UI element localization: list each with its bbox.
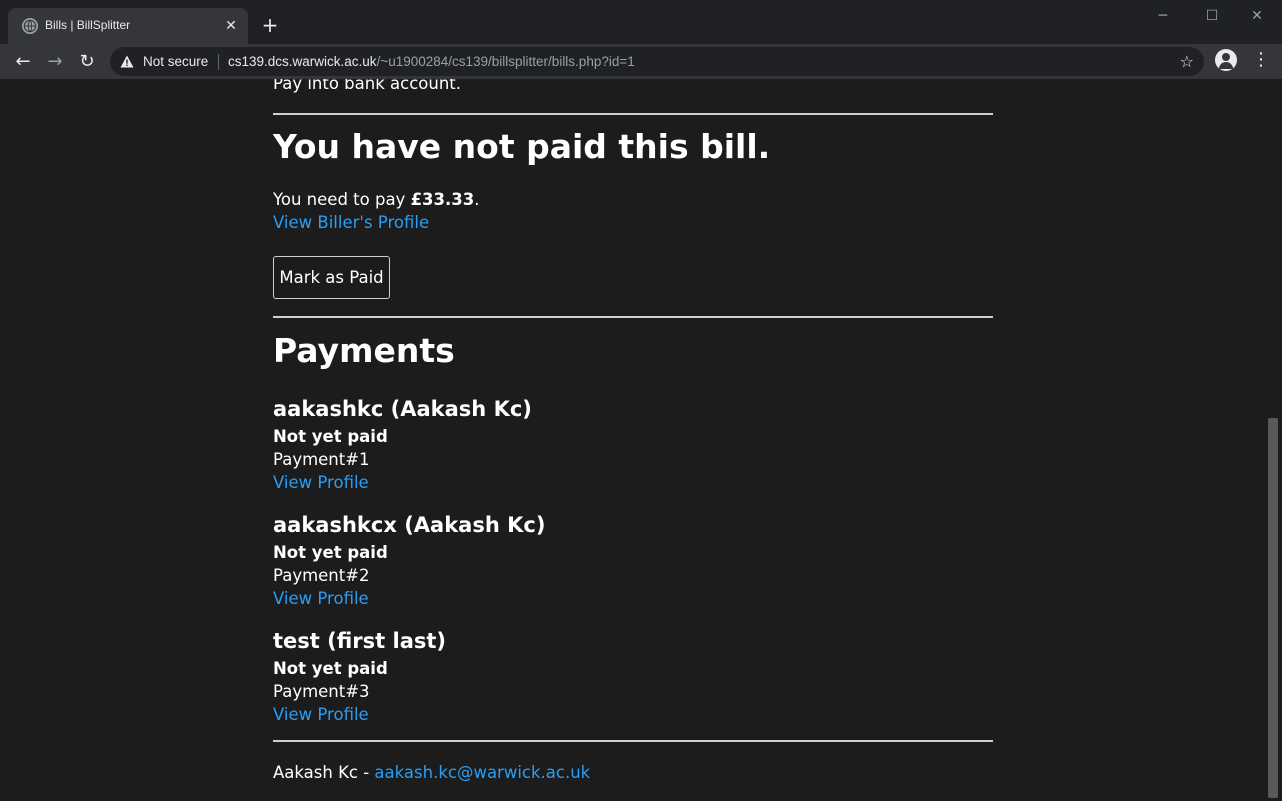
view-profile-link[interactable]: View Profile	[273, 705, 369, 724]
payment-status: Not yet paid	[273, 427, 388, 446]
minimize-icon[interactable]: ─	[1140, 4, 1186, 28]
tab-title: Bills | BillSplitter	[45, 18, 131, 32]
amount-due: You need to pay £33.33.	[273, 190, 480, 209]
amount-due-prefix: You need to pay	[273, 190, 411, 209]
footer-email-link[interactable]: aakash.kc@warwick.ac.uk	[374, 763, 590, 782]
address-bar[interactable]: Not secure cs139.dcs.warwick.ac.uk/~u190…	[110, 47, 1204, 76]
browser-toolbar: ← → ↻ Not secure cs139.dcs.warwick.ac.uk…	[0, 44, 1282, 79]
footer-author: Aakash Kc -	[273, 763, 375, 782]
forward-icon[interactable]: →	[42, 49, 68, 75]
payment-reference: Payment#1	[273, 450, 370, 469]
menu-icon[interactable]: ⋮	[1252, 49, 1270, 70]
reload-icon[interactable]: ↻	[74, 49, 100, 75]
window-close-icon[interactable]: ✕	[1234, 4, 1280, 28]
view-profile-link[interactable]: View Profile	[273, 589, 369, 608]
maximize-icon[interactable]: ☐	[1189, 4, 1235, 28]
payments-heading: Payments	[273, 331, 455, 370]
star-icon[interactable]: ☆	[1180, 52, 1194, 71]
url-path: /~u1900284/cs139/billsplitter/bills.php?…	[376, 54, 635, 69]
amount-due-suffix: .	[474, 190, 480, 209]
payment-reference: Payment#2	[273, 566, 370, 585]
amount-due-value: £33.33	[410, 190, 475, 209]
divider	[273, 740, 993, 742]
mark-as-paid-button[interactable]: Mark as Paid	[273, 256, 390, 299]
bill-status-heading: You have not paid this bill.	[273, 127, 771, 166]
payment-user-name: aakashkcx (Aakash Kc)	[273, 513, 546, 537]
payment-user-name: test (first last)	[273, 629, 447, 653]
payment-user-name: aakashkc (Aakash Kc)	[273, 397, 532, 421]
url-host: cs139.dcs.warwick.ac.uk	[228, 54, 377, 69]
account-icon[interactable]	[1215, 49, 1237, 71]
globe-icon	[22, 18, 38, 34]
divider	[273, 113, 993, 115]
divider	[273, 316, 993, 318]
page-viewport: Pay into bank account. You have not paid…	[0, 79, 1282, 801]
view-profile-link[interactable]: View Profile	[273, 473, 369, 492]
browser-tab[interactable]: Bills | BillSplitter ✕	[8, 8, 248, 44]
payment-status: Not yet paid	[273, 543, 388, 562]
back-icon[interactable]: ←	[10, 49, 36, 75]
close-icon[interactable]: ✕	[222, 17, 240, 35]
payment-status: Not yet paid	[273, 659, 388, 678]
plus-icon[interactable]: +	[258, 14, 282, 38]
footer: Aakash Kc - aakash.kc@warwick.ac.uk	[273, 763, 590, 782]
omnibox-divider	[218, 54, 219, 70]
scrollbar-track[interactable]	[1265, 79, 1282, 801]
security-label[interactable]: Not secure	[143, 54, 208, 69]
payment-reference: Payment#3	[273, 682, 370, 701]
url-text[interactable]: cs139.dcs.warwick.ac.uk/~u1900284/cs139/…	[228, 54, 635, 69]
warning-icon	[120, 55, 134, 68]
view-biller-profile-link[interactable]: View Biller's Profile	[273, 213, 429, 232]
payment-instructions: Pay into bank account.	[273, 79, 462, 93]
scrollbar-thumb[interactable]	[1268, 418, 1278, 798]
tab-strip: Bills | BillSplitter ✕ + ─ ☐ ✕	[0, 0, 1282, 44]
